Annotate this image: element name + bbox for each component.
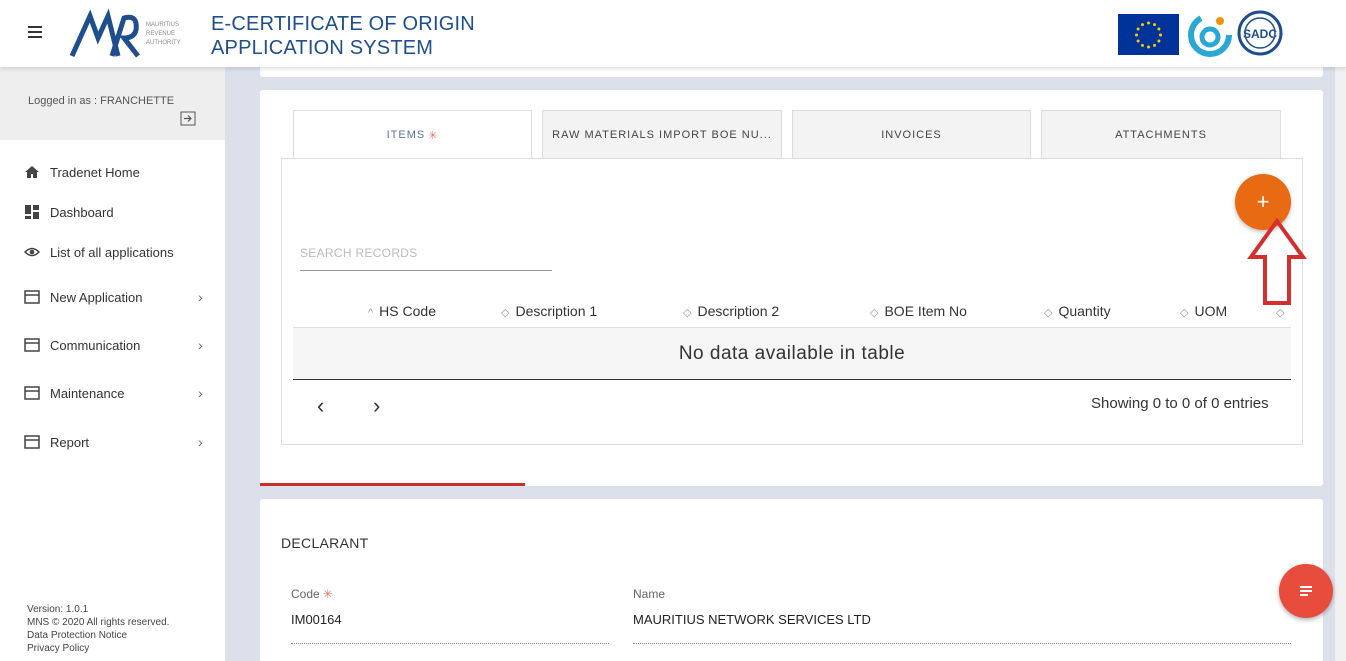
partner-swirl-logo — [1188, 13, 1232, 57]
declarant-card — [260, 499, 1323, 661]
card-icon — [24, 338, 40, 352]
column-header-label: HS Code — [379, 303, 436, 319]
red-arrow-annotation-icon — [1247, 217, 1307, 305]
code-field-label: Code ✳ — [291, 587, 333, 601]
sort-icon: ◇ — [683, 307, 692, 319]
column-header-extra[interactable]: ◇ — [1276, 303, 1290, 319]
version-text: Version: 1.0.1 — [27, 604, 89, 615]
sidebar-item-label: Tradenet Home — [50, 164, 140, 180]
dashboard-icon — [25, 205, 39, 219]
column-header-label: UOM — [1194, 303, 1228, 319]
sort-icon: ◇ — [1044, 307, 1053, 319]
login-info-box: Logged in as : FRANCHETTE — [0, 67, 225, 140]
mra-logo: MAURITIUS REVENUE AUTHORITY — [69, 8, 181, 58]
card-icon — [24, 290, 40, 304]
code-label-text: Code — [291, 587, 320, 601]
sidebar-item-new-application[interactable]: New Application › — [0, 282, 225, 312]
sidebar-item-maintenance[interactable]: Maintenance › — [0, 378, 225, 408]
sort-icon: ◇ — [1180, 307, 1189, 319]
required-star-icon: ✳ — [322, 587, 333, 601]
tab-attachments[interactable]: ATTACHMENTS — [1041, 110, 1281, 159]
sort-icon: ◇ — [1276, 307, 1285, 319]
mra-logo-line1: MAURITIUS — [146, 22, 179, 28]
home-icon — [25, 166, 39, 178]
page-scrollbar[interactable] — [1335, 67, 1346, 661]
chevron-right-icon: › — [198, 289, 203, 305]
tab-label: ATTACHMENTS — [1115, 129, 1207, 141]
sidebar: Logged in as : FRANCHETTE Tradenet Home … — [0, 67, 225, 661]
card-icon — [24, 435, 40, 449]
eye-icon — [24, 247, 40, 257]
next-page-button[interactable]: › — [373, 393, 380, 419]
tab-label: RAW MATERIALS IMPORT BOE NU... — [552, 129, 772, 141]
column-header-boe-item-no[interactable]: ◇ BOE Item No — [870, 303, 967, 319]
column-header-quantity[interactable]: ◇ Quantity — [1044, 303, 1111, 319]
notes-icon — [1300, 586, 1312, 596]
chevron-right-icon: › — [198, 337, 203, 353]
sidebar-item-label: Report — [50, 434, 90, 450]
privacy-policy-link[interactable]: Privacy Policy — [27, 642, 169, 655]
empty-table-message: No data available in table — [293, 328, 1291, 380]
code-field-underline — [291, 643, 609, 644]
sort-asc-icon: ^ — [368, 307, 374, 319]
column-header-label: Quantity — [1058, 303, 1111, 319]
copyright-text: MNS © 2020 All rights reserved. — [27, 617, 170, 628]
name-field-value[interactable]: MAURITIUS NETWORK SERVICES LTD — [633, 612, 871, 627]
sadc-logo: SADC — [1237, 10, 1283, 56]
sidebar-item-communication[interactable]: Communication › — [0, 330, 225, 360]
sidebar-item-label: Communication — [50, 337, 141, 353]
app-header: MAURITIUS REVENUE AUTHORITY E-CERTIFICAT… — [0, 0, 1346, 67]
mra-logo-line3: AUTHORITY — [146, 40, 181, 46]
card-icon — [24, 386, 40, 400]
column-header-label: BOE Item No — [884, 303, 967, 319]
previous-page-button[interactable]: ‹ — [317, 393, 324, 419]
declarant-section-title: DECLARANT — [281, 535, 369, 551]
sidebar-item-label: Maintenance — [50, 385, 125, 401]
app-title: E-CERTIFICATE OF ORIGIN APPLICATION SYST… — [211, 12, 475, 60]
name-field-underline — [633, 643, 1291, 644]
column-header-description-2[interactable]: ◇ Description 2 — [683, 303, 779, 319]
sort-icon: ◇ — [501, 307, 510, 319]
sidebar-item-label: Dashboard — [50, 204, 114, 220]
mra-logo-line2: REVENUE — [146, 31, 175, 37]
column-header-hs-code[interactable]: ^ HS Code — [368, 303, 436, 319]
app-title-line2: APPLICATION SYSTEM — [211, 37, 434, 59]
logout-icon[interactable] — [180, 111, 196, 126]
tab-label: ITEMS — [386, 129, 426, 141]
main-content: ITEMS ✳ RAW MATERIALS IMPORT BOE NU... IN… — [225, 67, 1346, 661]
search-records-input[interactable] — [300, 235, 552, 271]
required-star-icon: ✳ — [428, 129, 439, 142]
table-footer-divider — [293, 379, 1291, 380]
column-header-description-1[interactable]: ◇ Description 1 — [501, 303, 597, 319]
hamburger-menu-icon[interactable] — [28, 26, 42, 38]
table-entries-info: Showing 0 to 0 of 0 entries — [1091, 395, 1269, 412]
chevron-right-icon: › — [198, 434, 203, 450]
previous-card-edge — [260, 67, 1323, 77]
app-title-line1: E-CERTIFICATE OF ORIGIN — [211, 13, 475, 35]
tab-raw-materials-import-boe[interactable]: RAW MATERIALS IMPORT BOE NU... — [542, 110, 782, 159]
column-header-uom[interactable]: ◇ UOM — [1180, 303, 1227, 319]
name-field-label: Name — [633, 587, 666, 601]
column-header-label: Description 2 — [697, 303, 780, 319]
sadc-logo-text: SADC — [1243, 27, 1277, 41]
code-field-value[interactable]: IM00164 — [291, 612, 342, 627]
sidebar-item-label: List of all applications — [50, 244, 174, 260]
eu-flag-logo — [1118, 14, 1179, 55]
column-header-label: Description 1 — [515, 303, 598, 319]
sidebar-footer: Version: 1.0.1 MNS © 2020 All rights res… — [27, 603, 169, 655]
data-protection-link[interactable]: Data Protection Notice — [27, 629, 169, 642]
sidebar-item-report[interactable]: Report › — [0, 427, 225, 457]
sidebar-item-tradenet-home[interactable]: Tradenet Home — [0, 157, 225, 187]
sidebar-item-list-of-all-applications[interactable]: List of all applications — [0, 237, 225, 267]
floating-menu-button[interactable] — [1279, 564, 1333, 618]
tab-items[interactable]: ITEMS ✳ — [293, 110, 532, 159]
tab-invoices[interactable]: INVOICES — [792, 110, 1031, 159]
sort-icon: ◇ — [870, 307, 879, 319]
tab-label: INVOICES — [881, 129, 942, 141]
chevron-right-icon: › — [198, 385, 203, 401]
sidebar-item-label: New Application — [50, 289, 143, 305]
logged-in-text: Logged in as : FRANCHETTE — [28, 95, 175, 107]
sidebar-item-dashboard[interactable]: Dashboard — [0, 197, 225, 227]
active-section-indicator — [260, 483, 525, 486]
